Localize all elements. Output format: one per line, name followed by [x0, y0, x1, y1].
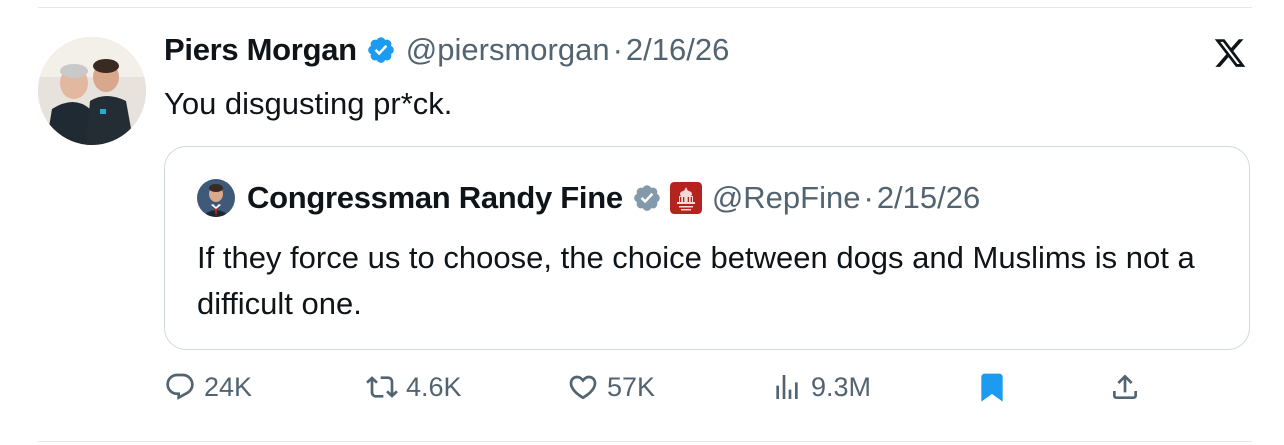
views-button[interactable]: 9.3M [771, 371, 871, 403]
verified-badge-icon [367, 37, 394, 63]
author-handle[interactable]: @piersmorgan [406, 32, 610, 68]
repost-icon [366, 376, 398, 398]
bookmark-filled-icon [981, 373, 1003, 402]
action-bar: 24K 4.6K 57K 9.3M [164, 371, 1144, 411]
share-icon [1113, 374, 1137, 399]
quoted-tweet-header: Congressman Randy Fine @RepFine · 2/15/2… [197, 179, 980, 217]
quoted-separator-dot: · [863, 180, 874, 215]
view-count: 9.3M [811, 371, 872, 402]
bookmark-button[interactable] [976, 371, 1016, 403]
quoted-tweet-date[interactable]: 2/15/26 [877, 180, 980, 216]
gray-verified-badge-icon [634, 185, 660, 211]
bottom-divider [38, 441, 1252, 442]
reply-count: 24K [204, 371, 253, 402]
like-button[interactable]: 57K [567, 371, 655, 403]
reply-icon [166, 373, 194, 400]
quoted-tweet[interactable]: Congressman Randy Fine @RepFine · 2/15/2… [164, 146, 1250, 350]
x-logo-icon [1214, 39, 1246, 67]
separator-dot: · [612, 32, 623, 67]
quoted-tweet-text: If they force us to choose, the choice b… [197, 240, 1195, 321]
reply-button[interactable]: 24K [164, 371, 252, 403]
quoted-author-handle[interactable]: @RepFine [712, 180, 861, 216]
repost-count: 4.6K [406, 371, 462, 402]
tweet-text: You disgusting pr*ck. [164, 86, 453, 121]
quoted-author-avatar [197, 179, 235, 217]
author-name[interactable]: Piers Morgan [164, 32, 357, 68]
top-divider [38, 7, 1252, 8]
tweet-header: Piers Morgan @piersmorgan · 2/16/26 [164, 32, 729, 68]
like-count: 57K [607, 371, 656, 402]
views-chart-icon [776, 375, 798, 399]
tweet-date[interactable]: 2/16/26 [626, 32, 729, 68]
heart-icon [569, 375, 597, 400]
quoted-author-name[interactable]: Congressman Randy Fine [247, 180, 623, 216]
share-button[interactable] [1109, 371, 1149, 403]
repost-button[interactable]: 4.6K [366, 371, 462, 403]
author-avatar[interactable] [38, 37, 146, 145]
house-gop-badge-icon [669, 182, 702, 214]
